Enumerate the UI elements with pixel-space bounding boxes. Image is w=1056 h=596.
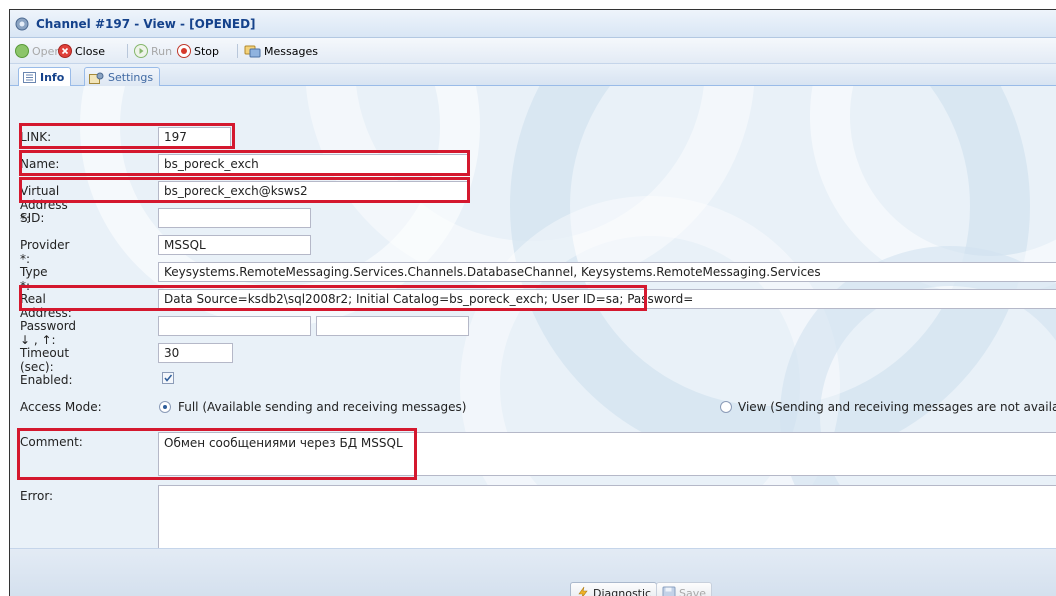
error-label: Error: — [20, 489, 54, 503]
highlight-name — [19, 150, 470, 176]
messages-button[interactable]: Messages — [244, 43, 318, 59]
tab-info[interactable]: Info — [18, 67, 72, 87]
provider-field[interactable]: MSSQL — [158, 235, 311, 255]
run-button[interactable]: Run — [134, 43, 172, 59]
access-mode-full-label: Full (Available sending and receiving me… — [178, 400, 467, 414]
error-row: Error: — [10, 481, 1056, 548]
highlight-virtual-address — [19, 177, 470, 203]
footer-bar: Diagnostic Save — [10, 548, 1056, 596]
window-title: Channel #197 - View - [OPENED] — [36, 17, 256, 31]
settings-icon — [89, 72, 104, 84]
check-icon — [15, 44, 29, 58]
access-mode-row: Access Mode: Full (Available sending and… — [10, 394, 1056, 418]
stop-button[interactable]: Stop — [177, 43, 219, 59]
tab-settings[interactable]: Settings — [84, 67, 161, 86]
highlight-real-address — [19, 285, 647, 311]
access-mode-full-radio[interactable] — [159, 401, 171, 413]
open-button[interactable]: Open — [15, 43, 61, 59]
password-label: Password ↓ , ↑: — [20, 319, 77, 347]
diagnostic-button[interactable]: Diagnostic — [570, 582, 658, 596]
toolbar-divider — [127, 44, 128, 58]
error-field[interactable] — [158, 485, 1056, 548]
sid-field[interactable] — [158, 208, 311, 228]
type-field[interactable]: Keysystems.RemoteMessaging.Services.Chan… — [158, 262, 1056, 282]
highlight-link — [19, 123, 235, 149]
highlight-comment — [17, 428, 417, 480]
enabled-label: Enabled: — [20, 373, 73, 387]
access-mode-view-radio[interactable] — [720, 401, 732, 413]
save-button[interactable]: Save — [656, 582, 713, 596]
channel-window: Channel #197 - View - [OPENED] Open Clos… — [9, 9, 1056, 596]
password-field[interactable] — [158, 316, 311, 336]
tab-strip: Info Settings — [10, 64, 1056, 87]
password-confirm-field[interactable] — [316, 316, 469, 336]
toolbar-divider — [237, 44, 238, 58]
timeout-label: Timeout (sec): — [20, 346, 70, 374]
gear-icon — [14, 16, 30, 32]
timeout-field[interactable]: 30 — [158, 343, 233, 363]
title-bar: Channel #197 - View - [OPENED] — [10, 10, 1056, 38]
info-icon — [23, 72, 36, 83]
enabled-checkbox[interactable] — [162, 372, 174, 384]
play-icon — [134, 44, 148, 58]
access-mode-label: Access Mode: — [20, 400, 102, 414]
close-icon — [58, 44, 72, 58]
sid-label: SID: — [20, 211, 45, 225]
messages-icon — [244, 44, 262, 58]
close-button[interactable]: Close — [58, 43, 105, 59]
lightning-icon — [576, 586, 590, 596]
toolbar: Open Close Run Stop Messages — [10, 38, 1056, 64]
provider-label: Provider *: — [20, 238, 70, 266]
stop-icon — [177, 44, 191, 58]
info-panel: LINK: 197 Name: bs_poreck_exch Virtual A… — [10, 86, 1056, 548]
floppy-disk-icon — [662, 586, 676, 596]
access-mode-view-label: View (Sending and receiving messages are… — [738, 400, 1056, 414]
